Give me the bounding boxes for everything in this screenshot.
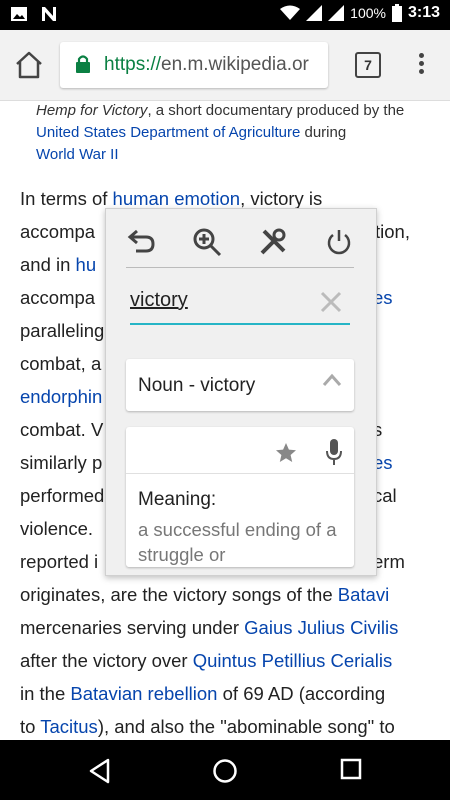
link-human-emotion[interactable]: human emotion — [113, 188, 241, 209]
part-of-speech-label: Noun - victory — [138, 375, 256, 396]
microphone-icon[interactable] — [324, 437, 344, 467]
address-bar[interactable]: https://en.m.wikipedia.or — [60, 42, 328, 88]
link-usda[interactable]: United States Department of Agriculture — [36, 124, 300, 141]
part-of-speech-card[interactable]: Noun - victory — [126, 359, 354, 411]
recents-nav-icon[interactable] — [340, 758, 362, 780]
url-text: https://en.m.wikipedia.or — [104, 54, 309, 75]
meaning-heading: Meaning: — [138, 489, 217, 510]
back-nav-icon[interactable] — [88, 758, 112, 784]
chevron-up-icon[interactable] — [322, 373, 342, 389]
definition-card: Meaning: a successful ending of a strugg… — [126, 427, 354, 567]
tab-switcher-button[interactable]: 7 — [355, 52, 381, 78]
home-nav-icon[interactable] — [212, 758, 238, 784]
signal-icon — [306, 5, 323, 21]
link-hu[interactable]: hu — [76, 254, 97, 275]
power-icon[interactable] — [324, 227, 354, 257]
clock: 3:13 — [407, 4, 440, 21]
meaning-text: a successful ending of a struggle or — [138, 519, 337, 565]
link-world-war-ii[interactable]: World War II — [36, 146, 119, 163]
battery-icon — [391, 4, 402, 22]
link-batavi[interactable]: Batavi — [338, 584, 389, 605]
search-word-input[interactable]: victory — [130, 289, 188, 312]
wifi-icon — [280, 5, 301, 20]
tools-icon[interactable] — [258, 227, 288, 257]
lock-icon — [76, 55, 90, 73]
link-tacitus[interactable]: Tacitus — [40, 716, 98, 737]
home-icon[interactable] — [12, 50, 46, 80]
popup-toolbar — [126, 223, 354, 261]
input-underline — [130, 323, 350, 325]
link-gaius-julius-civilis[interactable]: Gaius Julius Civilis — [244, 617, 398, 638]
signal-icon — [328, 5, 345, 21]
link-batavian-rebellion[interactable]: Batavian rebellion — [70, 683, 217, 704]
battery-percent: 100% — [350, 5, 386, 21]
zoom-in-icon[interactable] — [192, 227, 222, 257]
link-quintus-petillius-cerialis[interactable]: Quintus Petillius Cerialis — [193, 650, 392, 671]
star-icon[interactable] — [274, 441, 298, 465]
link-endorphin[interactable]: endorphin — [20, 386, 102, 407]
divider — [126, 473, 354, 474]
navigation-bar — [0, 740, 450, 800]
browser-toolbar: https://en.m.wikipedia.or 7 — [0, 30, 450, 101]
menu-icon[interactable] — [412, 50, 430, 80]
dictionary-popup: victory Noun - victory Meaning: a succes… — [105, 208, 377, 576]
divider — [126, 267, 354, 268]
close-icon[interactable] — [320, 291, 342, 313]
n-icon — [42, 7, 56, 21]
back-icon[interactable] — [126, 227, 156, 257]
image-caption: Hemp for Victory, a short documentary pr… — [36, 102, 405, 163]
image-icon — [11, 7, 27, 21]
status-bar: 100% 3:13 — [0, 0, 450, 30]
